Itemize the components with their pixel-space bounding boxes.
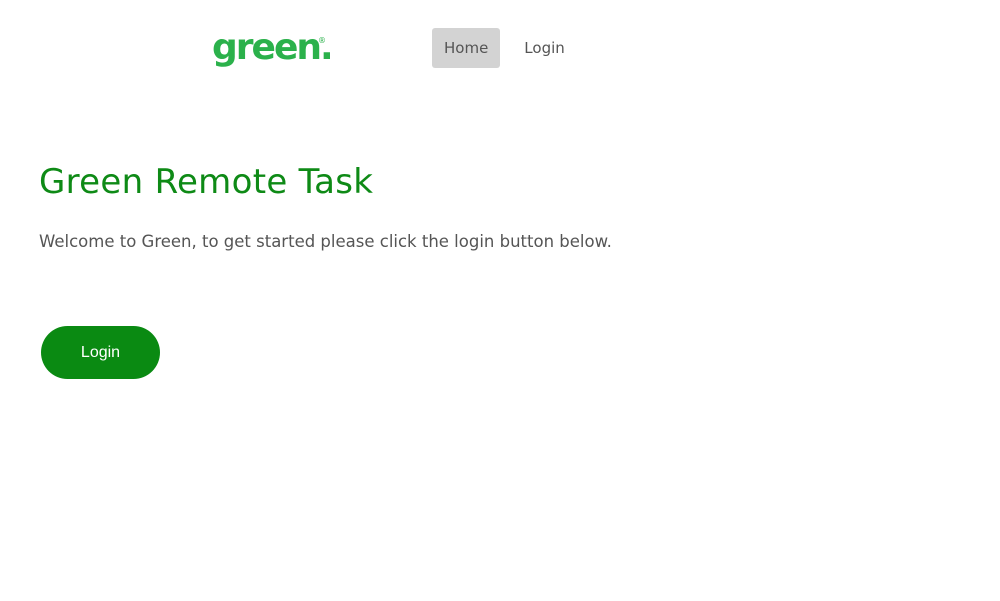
green-logo[interactable]: green. <box>212 24 334 72</box>
site-header: green. ® Home Login <box>0 0 1000 96</box>
main-nav: Home Login <box>432 28 577 68</box>
login-button[interactable]: Login <box>41 326 160 379</box>
welcome-text: Welcome to Green, to get started please … <box>39 232 612 251</box>
page: green. ® Home Login Green Remote Task We… <box>0 0 1000 601</box>
nav-item-home[interactable]: Home <box>432 28 501 68</box>
registered-mark: ® <box>318 36 326 45</box>
page-title: Green Remote Task <box>39 162 374 202</box>
nav-item-login[interactable]: Login <box>512 28 576 68</box>
